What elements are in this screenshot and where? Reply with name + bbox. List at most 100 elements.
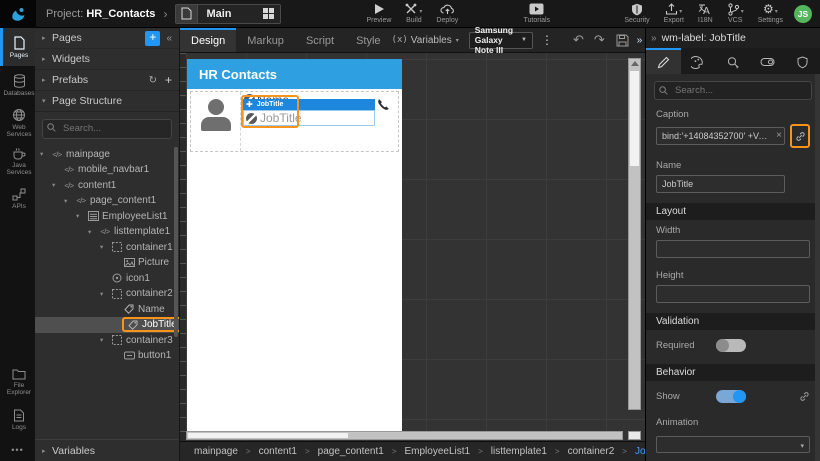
app-header[interactable]: HR Contacts bbox=[187, 59, 402, 89]
caption-bind-highlight[interactable] bbox=[790, 124, 810, 148]
tree-item-container2[interactable]: ▾ container2 bbox=[35, 286, 179, 302]
user-avatar[interactable]: JS bbox=[794, 4, 812, 23]
expand-arrow-icon[interactable]: ▾ bbox=[100, 290, 110, 298]
tree-item-employeelist1[interactable]: ▾ EmployeeList1 bbox=[35, 209, 179, 225]
tree-scrollbar[interactable] bbox=[174, 146, 178, 337]
build-button[interactable]: ▾ Build bbox=[405, 3, 422, 24]
variables-dropdown[interactable]: (x) Variables ▾ bbox=[392, 35, 459, 46]
tree-item-container1[interactable]: ▾ container1 bbox=[35, 240, 179, 256]
rail-item-pages[interactable]: Pages bbox=[0, 28, 35, 66]
show-toggle[interactable] bbox=[716, 390, 746, 403]
jobtitle-label-widget[interactable]: JobTitle bbox=[243, 110, 375, 126]
height-input[interactable] bbox=[656, 285, 810, 303]
rail-item-databases[interactable]: Databases bbox=[0, 66, 35, 104]
tree-item-button1[interactable]: button1 bbox=[35, 348, 179, 364]
tree-item-content1[interactable]: ▾ </> content1 bbox=[35, 178, 179, 194]
breadcrumb-item-page_content1[interactable]: page_content1 bbox=[318, 446, 384, 457]
breadcrumb-item-employeelist1[interactable]: EmployeeList1 bbox=[404, 446, 470, 457]
rail-item-logs[interactable]: Logs bbox=[0, 401, 35, 439]
widget-selection-bar[interactable]: ✚ JobTitle bbox=[243, 99, 375, 110]
rail-item-file-explorer[interactable]: File Explorer bbox=[0, 363, 35, 401]
tree-item-jobtitle[interactable]: JobTitle bbox=[35, 317, 179, 333]
breadcrumb-item-listtemplate1[interactable]: listtemplate1 bbox=[491, 446, 547, 457]
refresh-icon[interactable]: ↻ bbox=[149, 75, 157, 86]
tree-item-page_content1[interactable]: ▾ </> page_content1 bbox=[35, 193, 179, 209]
settings-button[interactable]: ⚙ ▾ Settings bbox=[758, 3, 783, 24]
picture-cell[interactable] bbox=[191, 92, 241, 151]
panel-scrollbar[interactable] bbox=[815, 74, 820, 461]
redo-icon[interactable]: ↷ bbox=[594, 32, 605, 48]
vertical-scrollbar[interactable] bbox=[628, 58, 641, 410]
save-icon[interactable] bbox=[616, 34, 629, 47]
expand-arrow-icon[interactable]: ▾ bbox=[40, 150, 50, 158]
breadcrumb-item-content1[interactable]: content1 bbox=[259, 446, 297, 457]
chevron-right-icon[interactable]: › bbox=[163, 7, 167, 21]
move-handle-icon[interactable]: ✚ bbox=[246, 100, 253, 109]
tab-devices[interactable] bbox=[750, 48, 785, 74]
expand-arrow-icon[interactable]: ▾ bbox=[100, 243, 110, 251]
tab-styles[interactable] bbox=[681, 48, 716, 74]
breadcrumb-item-container2[interactable]: container2 bbox=[568, 446, 615, 457]
tree-item-picture[interactable]: Picture bbox=[35, 255, 179, 271]
expand-right-icon[interactable]: » bbox=[637, 35, 643, 46]
tab-events[interactable] bbox=[716, 48, 751, 74]
required-toggle[interactable] bbox=[716, 339, 746, 352]
expand-arrow-icon[interactable]: ▾ bbox=[76, 212, 86, 220]
more-dots-icon[interactable]: ••• bbox=[0, 439, 35, 461]
show-bind-icon[interactable] bbox=[799, 391, 810, 402]
i18n-button[interactable]: A I18N bbox=[698, 3, 713, 24]
list-item-template[interactable]: Name ✚ JobTitle JobTitle bbox=[190, 91, 399, 152]
tutorials-button[interactable]: Tutorials bbox=[523, 3, 550, 24]
device-selector[interactable]: Samsung Galaxy Note III ▼ bbox=[468, 25, 533, 55]
section-page-structure[interactable]: ▾ Page Structure bbox=[35, 91, 179, 112]
collapse-right-icon[interactable]: » bbox=[651, 33, 657, 44]
tree-item-mobile_navbar1[interactable]: </> mobile_navbar1 bbox=[35, 162, 179, 178]
width-input[interactable] bbox=[656, 240, 810, 258]
more-menu-icon[interactable]: ⋮ bbox=[541, 33, 553, 47]
phone-preview[interactable]: HR Contacts Name ✚ JobTitle bbox=[187, 59, 402, 431]
animation-select[interactable]: ▾ bbox=[656, 436, 810, 453]
horizontal-scrollbar[interactable] bbox=[186, 431, 623, 440]
tab-security[interactable] bbox=[785, 48, 820, 74]
expand-arrow-icon[interactable]: ▾ bbox=[64, 197, 74, 205]
deploy-button[interactable]: Deploy bbox=[436, 3, 458, 24]
tree-item-listtemplate1[interactable]: ▾ </> listtemplate1 bbox=[35, 224, 179, 240]
section-widgets[interactable]: ▸ Widgets bbox=[35, 49, 179, 70]
tab-style[interactable]: Style bbox=[345, 28, 391, 52]
expand-arrow-icon[interactable]: ▾ bbox=[100, 336, 110, 344]
collapse-panel-icon[interactable]: « bbox=[166, 33, 172, 44]
tab-script[interactable]: Script bbox=[295, 28, 345, 52]
expand-arrow-icon[interactable]: ▾ bbox=[52, 181, 62, 189]
section-variables[interactable]: ▸ Variables bbox=[35, 439, 179, 461]
breadcrumb-item-mainpage[interactable]: mainpage bbox=[194, 446, 238, 457]
tab-properties[interactable] bbox=[646, 48, 681, 74]
tree-item-icon1[interactable]: icon1 bbox=[35, 271, 179, 287]
section-prefabs[interactable]: ▸ Prefabs ↻ + bbox=[35, 70, 179, 91]
preview-button[interactable]: Preview bbox=[367, 3, 391, 24]
labels-container[interactable]: Name ✚ JobTitle JobTitle bbox=[241, 92, 376, 151]
vcs-button[interactable]: ▾ VCS bbox=[727, 3, 744, 24]
page-grid-icon[interactable] bbox=[258, 5, 280, 23]
section-pages[interactable]: ▸ Pages + « bbox=[35, 28, 179, 49]
caption-input[interactable] bbox=[656, 127, 785, 145]
add-prefab-icon[interactable]: + bbox=[165, 73, 172, 87]
wavemaker-logo[interactable] bbox=[0, 0, 36, 28]
tree-item-mainpage[interactable]: ▾ </> mainpage bbox=[35, 147, 179, 163]
rail-item-java-services[interactable]: Java Services bbox=[0, 142, 35, 180]
page-selector[interactable]: Main bbox=[175, 3, 281, 24]
export-button[interactable]: ▾ Export bbox=[664, 3, 684, 24]
structure-search-input[interactable] bbox=[42, 118, 172, 139]
tab-design[interactable]: Design bbox=[180, 28, 237, 52]
rail-item-web-services[interactable]: Web Services bbox=[0, 104, 35, 142]
security-button[interactable]: Security bbox=[624, 3, 650, 24]
add-page-button[interactable]: + bbox=[145, 30, 161, 46]
expand-arrow-icon[interactable]: ▾ bbox=[88, 228, 98, 236]
tree-item-name[interactable]: Name bbox=[35, 302, 179, 318]
call-cell[interactable] bbox=[376, 92, 398, 151]
clear-icon[interactable]: × bbox=[776, 130, 782, 141]
undo-icon[interactable]: ↶ bbox=[573, 32, 584, 48]
tree-item-container3[interactable]: ▾ container3 bbox=[35, 333, 179, 349]
rail-item-apis[interactable]: APIs bbox=[0, 180, 35, 218]
tab-markup[interactable]: Markup bbox=[236, 28, 295, 52]
name-input[interactable] bbox=[656, 175, 785, 193]
